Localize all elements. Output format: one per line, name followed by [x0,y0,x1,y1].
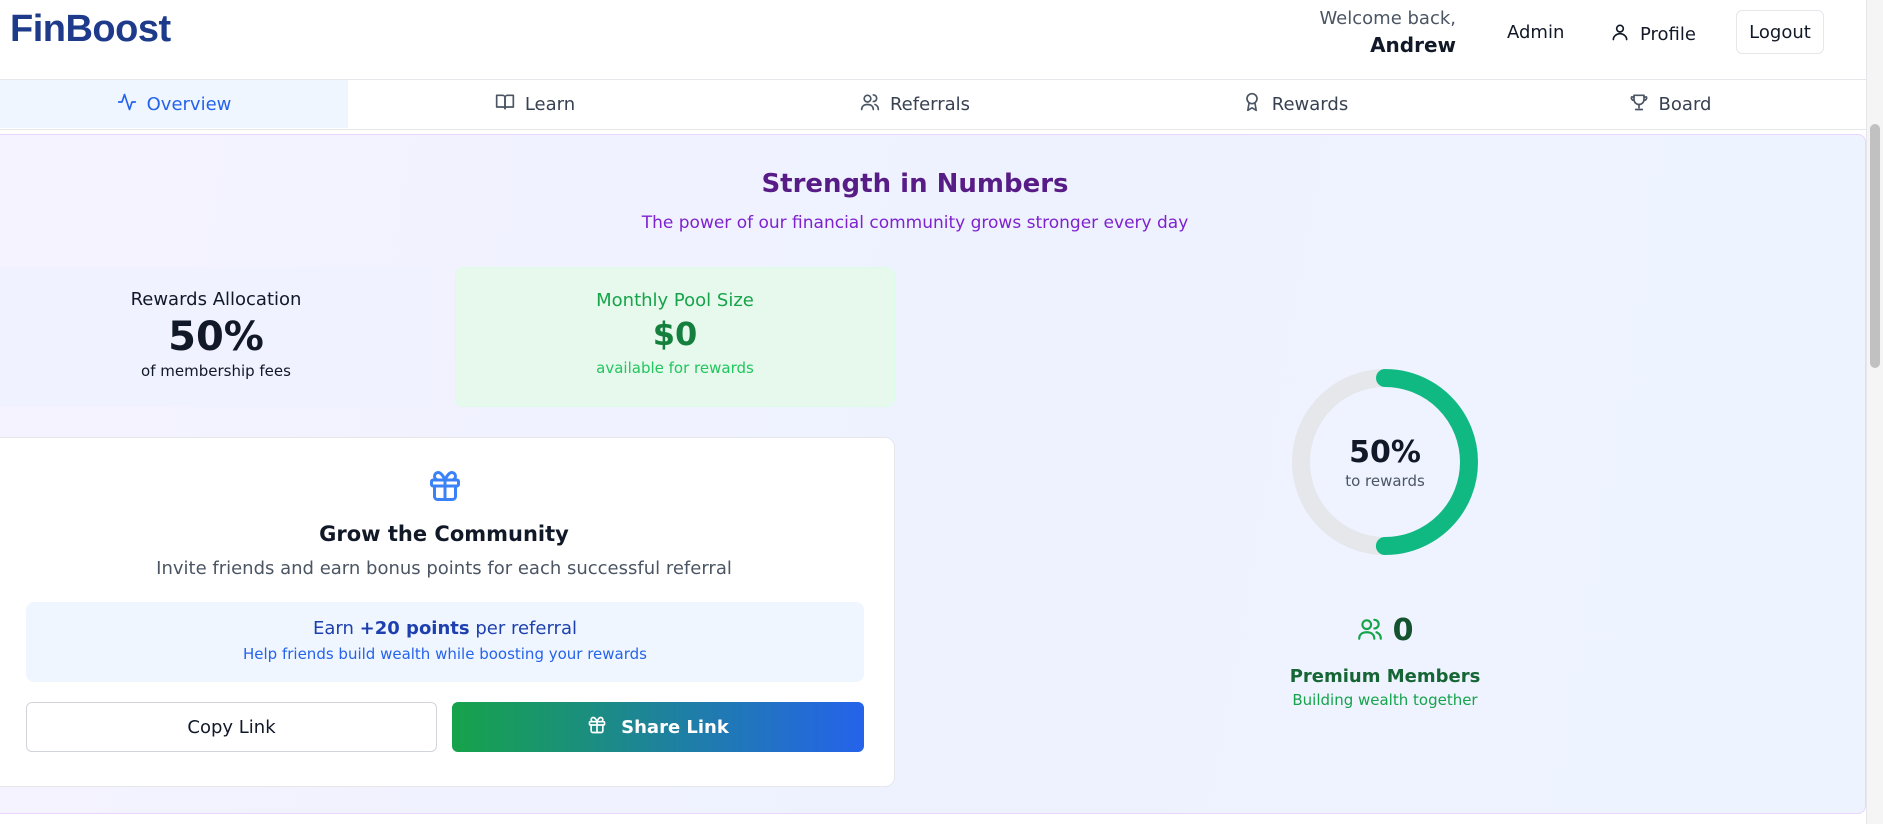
earn-subtext: Help friends build wealth while boosting… [243,645,647,663]
rewards-donut: 50% to rewards [1290,367,1480,557]
pool-subtitle: available for rewards [596,359,754,377]
earn-line: Earn +20 points per referral [26,618,864,639]
allocation-subtitle: of membership fees [141,362,291,380]
welcome-block: Welcome back, Andrew [1319,8,1456,57]
strength-panel: Strength in Numbers The power of our fin… [0,134,1866,814]
share-label: Share Link [621,716,729,738]
copy-link-button[interactable]: Copy Link [26,702,437,752]
book-icon [495,92,515,117]
welcome-text: Welcome back, [1319,8,1456,29]
tab-label: Board [1658,93,1712,115]
tab-overview[interactable]: Overview [0,80,348,128]
tab-label: Referrals [889,93,971,115]
activity-icon [117,92,137,117]
main-tabs: Overview Learn Referrals Rewards Board [0,80,1866,130]
tab-rewards[interactable]: Rewards [1200,80,1390,128]
pool-title: Monthly Pool Size [596,290,754,311]
tab-label: Learn [524,93,576,115]
section-title: Strength in Numbers [761,169,1069,199]
members-count-row: 0 [1230,613,1540,648]
user-icon [1610,22,1630,47]
members-count: 0 [1392,613,1414,648]
section-subtitle: The power of our financial community gro… [641,213,1189,233]
profile-link[interactable]: Profile [1610,22,1696,47]
pool-value: $0 [652,315,698,353]
allocation-value: 50% [168,314,264,360]
gift-icon [427,468,463,508]
admin-label: Admin [1507,22,1565,43]
rewards-allocation-card: Rewards Allocation 50% of membership fee… [0,267,432,407]
users-icon [1357,616,1383,646]
earn-points: +20 points [359,618,470,639]
grow-community-card: Grow the Community Invite friends and ea… [0,437,895,787]
tab-learn[interactable]: Learn [440,80,630,128]
members-label: Premium Members [1289,666,1481,687]
share-link-button[interactable]: Share Link [452,702,864,752]
earn-suffix: per referral [475,618,577,639]
award-icon [1242,92,1262,117]
users-icon [860,92,880,117]
earn-prefix: Earn [313,618,354,639]
tab-referrals[interactable]: Referrals [820,80,1010,128]
app-frame: FinBoost Welcome back, Andrew Admin Prof… [0,0,1883,824]
members-subtext: Building wealth together [1292,691,1478,709]
finboost-logo[interactable]: FinBoost [10,8,171,51]
logout-button[interactable]: Logout [1736,10,1824,54]
gift-icon [587,715,607,740]
premium-members: 0 Premium Members Building wealth togeth… [1230,613,1540,709]
trophy-icon [1629,92,1649,117]
profile-label: Profile [1640,24,1696,45]
tab-label: Overview [146,93,232,115]
monthly-pool-card: Monthly Pool Size $0 available for rewar… [455,267,895,407]
earn-points-box: Earn +20 points per referral Help friend… [26,602,864,682]
donut-value: 50% [1349,434,1421,470]
top-header: FinBoost Welcome back, Andrew Admin Prof… [0,0,1866,80]
grow-title: Grow the Community [319,522,569,546]
allocation-title: Rewards Allocation [130,289,302,310]
donut-center: 50% to rewards [1290,367,1480,557]
donut-label: to rewards [1345,471,1425,490]
tab-board[interactable]: Board [1575,80,1765,128]
vertical-scrollbar[interactable] [1866,0,1883,824]
grow-description: Invite friends and earn bonus points for… [156,558,732,579]
tab-label: Rewards [1271,93,1349,115]
scrollbar-thumb[interactable] [1870,124,1880,368]
admin-link[interactable]: Admin [1507,22,1564,43]
user-name: Andrew [1370,33,1456,57]
